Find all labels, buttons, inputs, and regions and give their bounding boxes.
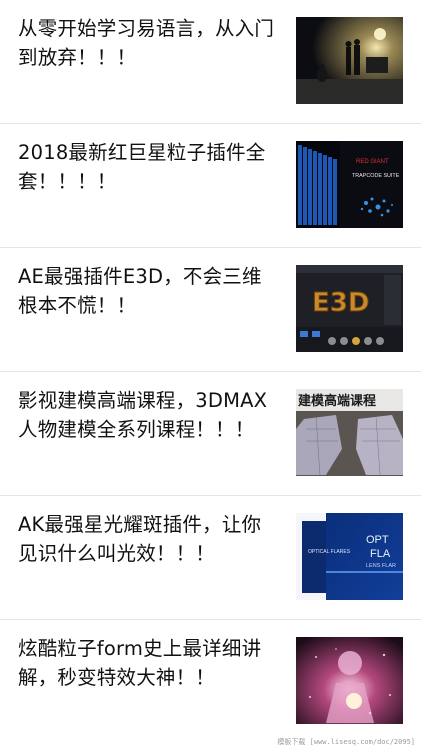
particle-figure-image[interactable] — [296, 637, 403, 724]
box-side-text: OPTICAL FLARES — [308, 549, 351, 555]
list-item[interactable]: 炫酷粒子form史上最详细讲解，秒变特效大神！！ — [0, 620, 421, 744]
trapcode-suite-image[interactable]: RED GIANT TRAPCODE SUITE — [296, 141, 403, 228]
list-item[interactable]: 从零开始学习易语言，从入门到放弃！！！ — [0, 0, 421, 124]
modeling-course-image[interactable]: 建模高端课程 — [296, 389, 403, 476]
article-title[interactable]: AE最强插件E3D，不会三维根本不慌！！ — [18, 262, 280, 320]
list-item[interactable]: 2018最新红巨星粒子插件全套！！！！ RED GIANT TRAPCODE S… — [0, 124, 421, 248]
article-title[interactable]: 从零开始学习易语言，从入门到放弃！！！ — [18, 14, 280, 72]
article-title[interactable]: 2018最新红巨星粒子插件全套！！！！ — [18, 138, 280, 196]
article-title[interactable]: 影视建模高端课程，3DMAX人物建模全系列课程！！！ — [18, 386, 280, 444]
product-text: TRAPCODE SUITE — [352, 173, 400, 179]
e3d-text: E3D — [312, 288, 369, 318]
optical-flares-image[interactable]: OPTICAL FLARES OPT FLA LENS FLAR — [296, 513, 403, 600]
watermark-text: 模板下载 [www.lisesq.com/doc/2095] — [277, 738, 415, 746]
box-title-text: OPT — [366, 534, 389, 546]
list-item[interactable]: 影视建模高端课程，3DMAX人物建模全系列课程！！！ 建模高端课程 — [0, 372, 421, 496]
box-title-text-2: FLA — [370, 548, 391, 560]
course-banner-text: 建模高端课程 — [298, 393, 376, 409]
night-street-image[interactable] — [296, 17, 403, 104]
article-title[interactable]: AK最强星光耀斑插件，让你见识什么叫光效！！！ — [18, 510, 280, 568]
article-title[interactable]: 炫酷粒子form史上最详细讲解，秒变特效大神！！ — [18, 634, 280, 692]
list-item[interactable]: AE最强插件E3D，不会三维根本不慌！！ E3D — [0, 248, 421, 372]
list-item[interactable]: AK最强星光耀斑插件，让你见识什么叫光效！！！ OPTICAL FLARES O… — [0, 496, 421, 620]
box-subtitle-text: LENS FLAR — [366, 563, 396, 569]
brand-text: RED GIANT — [356, 159, 389, 165]
element-3d-image[interactable]: E3D — [296, 265, 403, 352]
